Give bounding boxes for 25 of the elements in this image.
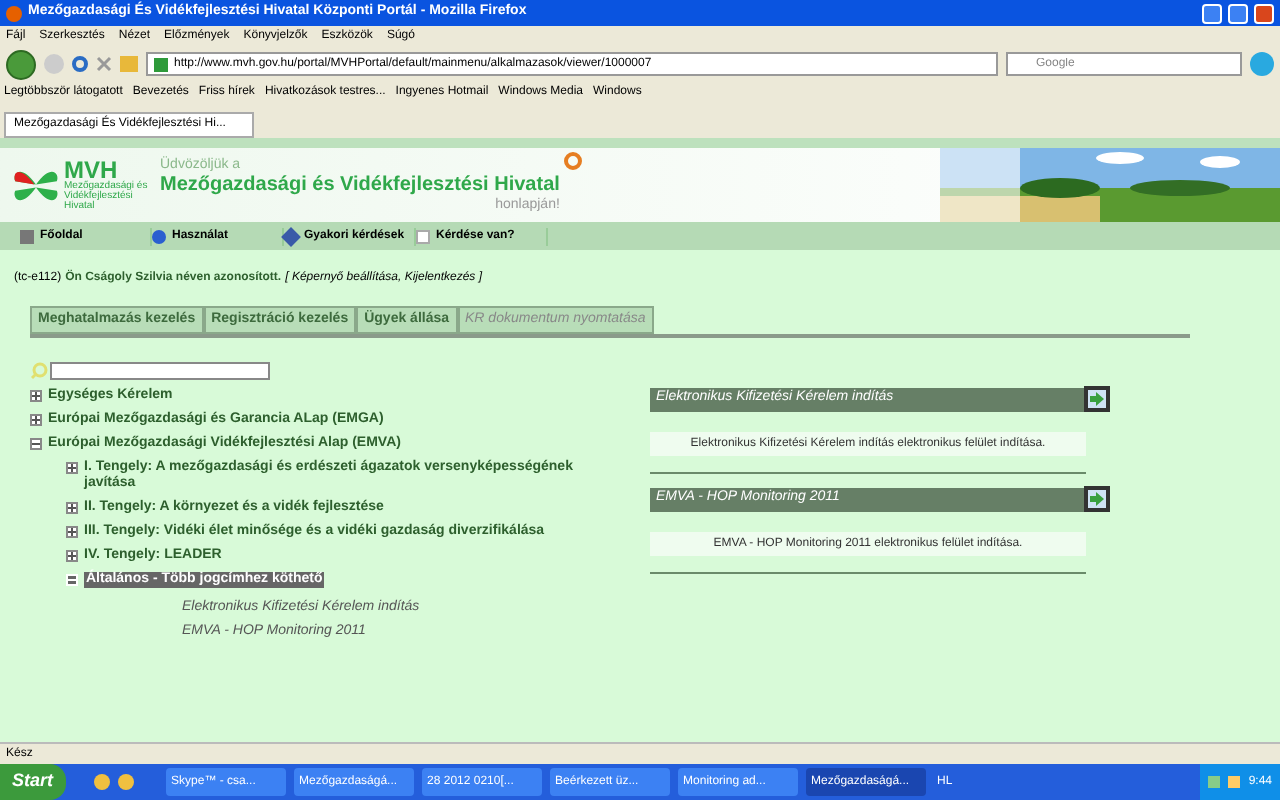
badge-icon: [564, 152, 582, 170]
arrow-icon: [1090, 492, 1104, 506]
toolbar-icon: [416, 229, 430, 243]
toolbar-icon: [152, 229, 166, 243]
expand-icon[interactable]: [66, 526, 78, 538]
toolbar-icon: [281, 226, 301, 246]
start-button[interactable]: Start: [0, 764, 66, 800]
maximize-button[interactable]: [1228, 3, 1248, 23]
expand-icon[interactable]: [66, 502, 78, 514]
back-button[interactable]: [6, 49, 36, 79]
launch-button[interactable]: [1084, 486, 1110, 512]
filter-field[interactable]: [50, 362, 270, 380]
logo-text: MVH: [64, 158, 118, 182]
minimize-button[interactable]: [1202, 3, 1222, 23]
arrow-icon: [1090, 392, 1104, 406]
expand-icon[interactable]: [30, 414, 42, 426]
launch-button[interactable]: [1084, 386, 1110, 412]
close-button[interactable]: [1254, 3, 1274, 23]
expand-icon[interactable]: [66, 462, 78, 474]
site-title: Mezőgazdasági és Vidékfejlesztési Hivatal: [160, 175, 560, 195]
toolbar-icon: [20, 229, 34, 243]
expand-icon[interactable]: [30, 390, 42, 402]
collapse-icon[interactable]: [30, 438, 42, 450]
search-icon: [30, 362, 48, 380]
expand-icon[interactable]: [66, 550, 78, 562]
